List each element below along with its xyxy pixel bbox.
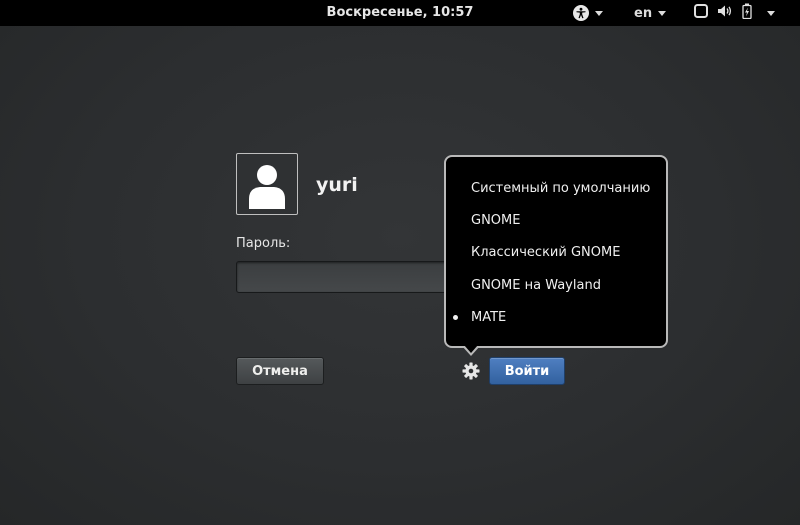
language-label: en: [634, 5, 653, 21]
accessibility-menu[interactable]: [573, 0, 603, 26]
top-bar: Воскресенье, 10:57 en: [0, 0, 800, 26]
username: yuri: [316, 174, 358, 196]
cancel-button[interactable]: Отмена: [236, 357, 324, 385]
session-item-label: MATE: [471, 310, 507, 325]
display-icon: [694, 4, 708, 22]
chevron-down-icon: [595, 10, 603, 16]
system-status-menu[interactable]: [694, 0, 775, 26]
chevron-down-icon: [658, 10, 667, 16]
password-label: Пароль:: [236, 236, 291, 251]
clock-container: Воскресенье, 10:57: [0, 0, 800, 26]
session-item-gnome-wayland[interactable]: GNOME на Wayland: [446, 272, 666, 300]
selected-bullet-icon: [453, 315, 458, 320]
user-avatar-icon: [236, 153, 298, 215]
session-item-label: Системный по умолчанию: [471, 181, 651, 196]
volume-icon: [717, 4, 733, 22]
battery-charging-icon: [742, 3, 752, 23]
language-menu[interactable]: en: [634, 0, 667, 26]
session-item-label: Классический GNOME: [471, 245, 621, 260]
session-item-mate[interactable]: MATE: [446, 304, 666, 332]
session-menu: Системный по умолчанию GNOME Классически…: [444, 155, 668, 348]
clock[interactable]: Воскресенье, 10:57: [327, 5, 474, 20]
session-item-label: GNOME на Wayland: [471, 278, 601, 293]
session-item-default[interactable]: Системный по умолчанию: [446, 175, 666, 203]
session-menu-arrow-fill: [464, 345, 478, 353]
session-item-gnome[interactable]: GNOME: [446, 207, 666, 235]
password-field[interactable]: [236, 261, 466, 293]
session-item-label: GNOME: [471, 213, 521, 228]
session-item-gnome-classic[interactable]: Классический GNOME: [446, 239, 666, 267]
gear-icon[interactable]: [462, 362, 480, 380]
chevron-down-icon: [767, 10, 775, 16]
login-screen: Воскресенье, 10:57 en yuri Пароль: Отмен…: [0, 0, 800, 525]
login-button[interactable]: Войти: [489, 357, 565, 385]
accessibility-icon: [573, 5, 589, 21]
